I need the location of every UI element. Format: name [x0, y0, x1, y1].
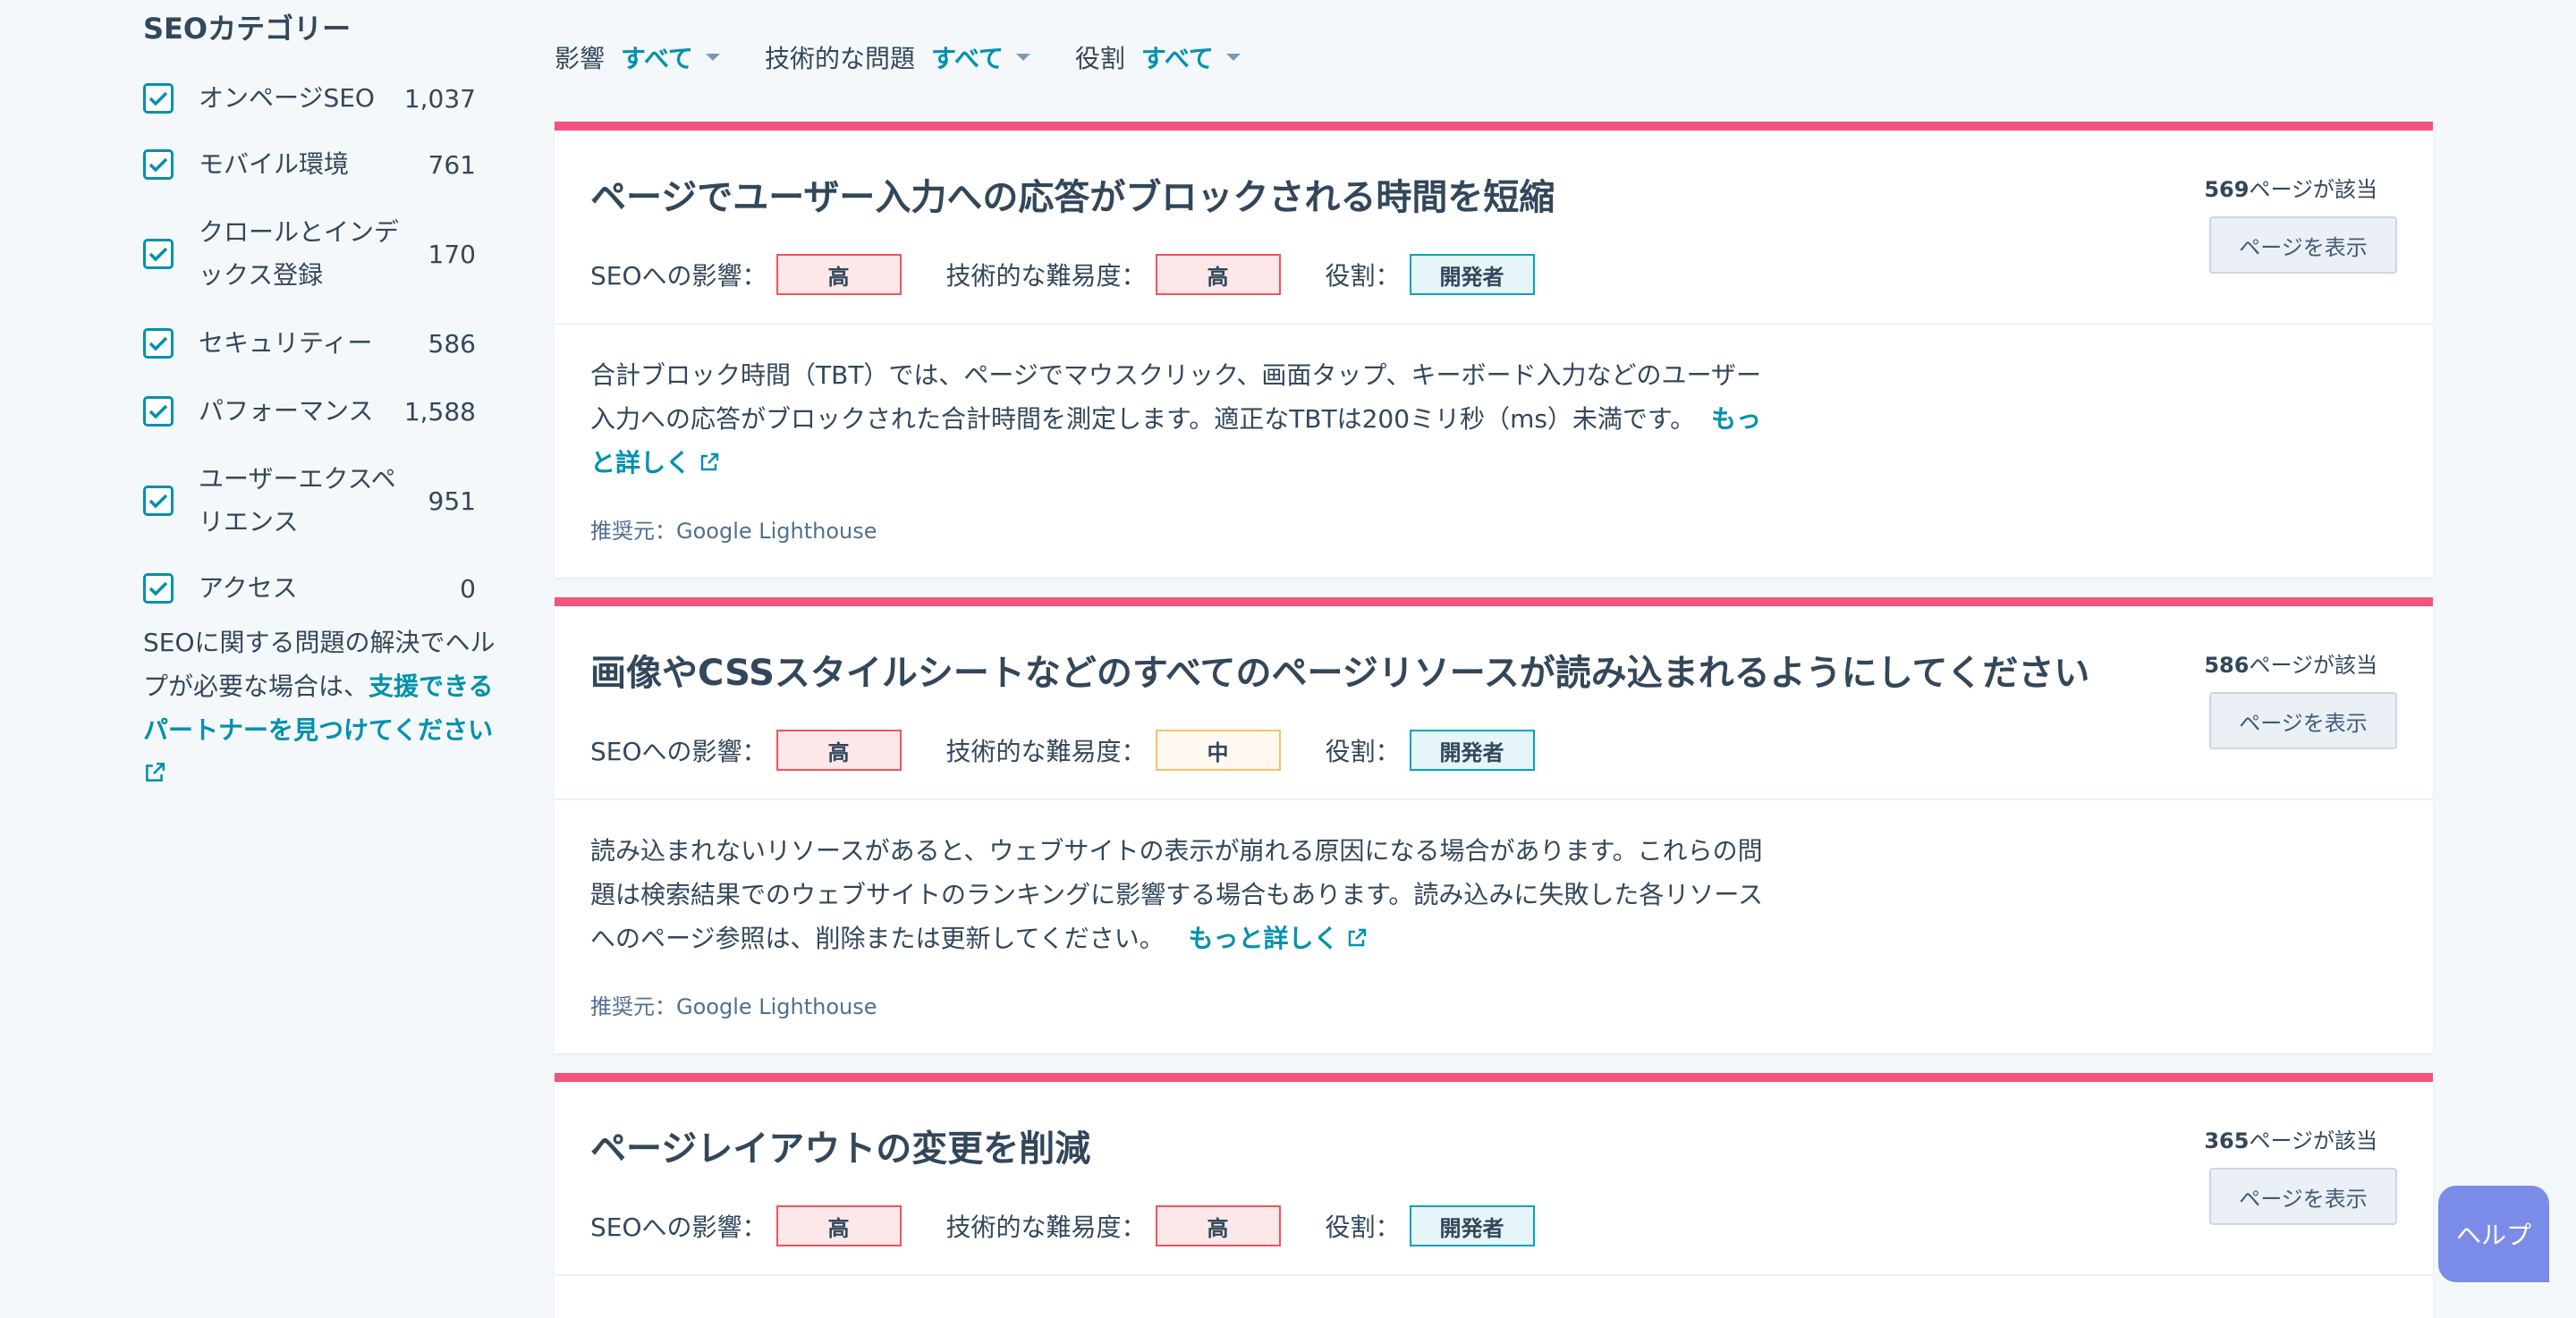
- affected-pages-count: 365: [2204, 1128, 2250, 1153]
- category-label: ユーザーエクスペリエンス: [199, 464, 396, 536]
- affected-pages: 569ページが該当: [2204, 172, 2377, 203]
- issue-meta: SEOへの影響： 高 技術的な難易度： 中 役割： 開発者: [590, 730, 1580, 771]
- category-label: オンページSEO: [199, 83, 375, 113]
- difficulty-badge: 高: [1155, 254, 1281, 295]
- role-label: 役割：: [1325, 737, 1401, 766]
- checkbox-checked-icon[interactable]: [143, 328, 174, 359]
- category-item[interactable]: クロールとインデックス登録 170: [143, 211, 476, 297]
- checkbox-checked-icon[interactable]: [143, 573, 174, 604]
- description-text: 合計ブロック時間（TBT）では、ページでマウスクリック、画面タップ、キーボード入…: [590, 360, 1761, 434]
- view-pages-button[interactable]: ページを表示: [2209, 692, 2397, 749]
- affected-pages-suffix: ページが該当: [2249, 177, 2377, 202]
- checkbox-checked-icon[interactable]: [143, 149, 174, 180]
- category-label: モバイル環境: [199, 149, 350, 179]
- issue-card: 画像やCSSスタイルシートなどのすべてのページリソースが読み込まれるようにしてく…: [555, 597, 2433, 1053]
- role-label: 役割：: [1325, 1212, 1401, 1242]
- difficulty-label: 技術的な難易度：: [945, 1212, 1147, 1242]
- technical-issue-filter[interactable]: 技術的な問題 すべて: [765, 39, 1030, 75]
- category-item[interactable]: オンページSEO 1,037: [143, 77, 476, 120]
- role-badge: 開発者: [1409, 254, 1535, 295]
- category-label: パフォーマンス: [199, 396, 374, 426]
- impact-label: SEOへの影響：: [590, 1212, 767, 1242]
- checkbox-checked-icon[interactable]: [143, 396, 174, 427]
- external-link-icon[interactable]: [143, 754, 166, 798]
- role-badge: 開発者: [1409, 1205, 1535, 1246]
- recommended-by: 推奨元：Google Lighthouse: [590, 993, 877, 1019]
- role-label: 役割：: [1325, 261, 1401, 291]
- checkbox-checked-icon[interactable]: [143, 486, 174, 516]
- filter-value[interactable]: すべて: [621, 39, 693, 75]
- affected-pages-suffix: ページが該当: [2249, 653, 2377, 678]
- issue-title: 画像やCSSスタイルシートなどのすべてのページリソースが読み込まれるようにしてく…: [590, 653, 2090, 694]
- impact-filter[interactable]: 影響 すべて: [555, 39, 720, 75]
- category-label: セキュリティー: [199, 328, 373, 358]
- filter-label: 役割: [1074, 44, 1125, 73]
- chevron-down-icon[interactable]: [705, 54, 720, 61]
- filter-label: 技術的な問題: [764, 44, 915, 73]
- difficulty-badge: 中: [1155, 730, 1281, 771]
- filter-value[interactable]: すべて: [931, 39, 1004, 75]
- category-label: アクセス: [199, 573, 298, 603]
- sidebar-title: SEOカテゴリー: [143, 12, 352, 46]
- recommended-by: 推奨元：Google Lighthouse: [590, 518, 877, 544]
- issue-meta: SEOへの影響： 高 技術的な難易度： 高 役割： 開発者: [590, 1205, 1580, 1246]
- difficulty-label: 技術的な難易度：: [945, 737, 1147, 766]
- issue-card: ページでユーザー入力への応答がブロックされる時間を短縮 SEOへの影響： 高 技…: [555, 122, 2433, 578]
- seo-category-sidebar: SEOカテゴリー オンページSEO 1,037 モバイル環境 761 クロールと…: [143, 0, 501, 782]
- category-count: 0: [460, 573, 476, 604]
- category-count: 170: [428, 239, 476, 269]
- impact-badge: 高: [775, 254, 902, 295]
- chevron-down-icon[interactable]: [1225, 54, 1241, 61]
- category-item[interactable]: アクセス 0: [143, 567, 476, 610]
- affected-pages: 586ページが該当: [2204, 647, 2377, 679]
- category-item[interactable]: モバイル環境 761: [143, 143, 476, 186]
- affected-pages: 365ページが該当: [2204, 1123, 2377, 1154]
- issue-card-header: 画像やCSSスタイルシートなどのすべてのページリソースが読み込まれるようにしてく…: [555, 606, 2433, 800]
- issue-description: 読み込まれないリソースがあると、ウェブサイトの表示が崩れる原因になる場合がありま…: [590, 829, 1780, 962]
- issue-description: 合計ブロック時間（TBT）では、ページでマウスクリック、画面タップ、キーボード入…: [590, 353, 1780, 486]
- filter-value[interactable]: すべて: [1141, 39, 1214, 75]
- issue-card-header: ページレイアウトの変更を削減 SEOへの影響： 高 技術的な難易度： 高 役割：…: [555, 1082, 2433, 1276]
- category-item[interactable]: パフォーマンス 1,588: [143, 390, 476, 433]
- category-count: 1,588: [403, 396, 476, 427]
- filter-bar: 影響 すべて 技術的な問題 すべて 役割 すべて: [555, 39, 1285, 75]
- affected-pages-suffix: ページが該当: [2249, 1128, 2377, 1153]
- issue-card-body: 読み込まれないリソースがあると、ウェブサイトの表示が崩れる原因になる場合がありま…: [555, 800, 2433, 1047]
- issue-title: ページでユーザー入力への応答がブロックされる時間を短縮: [590, 177, 1555, 218]
- role-filter[interactable]: 役割 すべて: [1075, 39, 1241, 75]
- learn-more-link[interactable]: もっと詳しく: [1188, 924, 1338, 953]
- category-count: 951: [428, 486, 476, 516]
- category-count: 586: [428, 328, 476, 359]
- chevron-down-icon[interactable]: [1015, 54, 1030, 61]
- filter-label: 影響: [555, 44, 606, 73]
- impact-badge: 高: [775, 1205, 902, 1246]
- category-item[interactable]: ユーザーエクスペリエンス 951: [143, 458, 476, 544]
- category-count: 761: [428, 149, 476, 180]
- category-label: クロールとインデックス登録: [199, 217, 400, 290]
- affected-pages-count: 586: [2204, 653, 2250, 678]
- description-text: 読み込まれないリソースがあると、ウェブサイトの表示が崩れる原因になる場合がありま…: [590, 836, 1763, 953]
- category-item[interactable]: セキュリティー 586: [143, 322, 476, 365]
- role-badge: 開発者: [1409, 730, 1535, 771]
- difficulty-badge: 高: [1155, 1205, 1281, 1246]
- view-pages-button[interactable]: ページを表示: [2209, 216, 2397, 274]
- partner-help-text: SEOに関する問題の解決でヘルプが必要な場合は、支援できるパートナーを見つけてく…: [143, 621, 501, 798]
- issue-card: ページレイアウトの変更を削減 SEOへの影響： 高 技術的な難易度： 高 役割：…: [555, 1073, 2433, 1318]
- impact-label: SEOへの影響：: [590, 737, 767, 766]
- issue-title: ページレイアウトの変更を削減: [590, 1128, 1091, 1170]
- issue-card-header: ページでユーザー入力への応答がブロックされる時間を短縮 SEOへの影響： 高 技…: [555, 131, 2433, 325]
- checkbox-checked-icon[interactable]: [143, 239, 174, 269]
- checkbox-checked-icon[interactable]: [143, 83, 174, 114]
- impact-label: SEOへの影響：: [590, 261, 767, 291]
- issue-card-body: 合計ブロック時間（TBT）では、ページでマウスクリック、画面タップ、キーボード入…: [555, 325, 2433, 571]
- help-button[interactable]: ヘルプ: [2438, 1186, 2549, 1282]
- impact-badge: 高: [775, 730, 902, 771]
- view-pages-button[interactable]: ページを表示: [2209, 1168, 2397, 1225]
- difficulty-label: 技術的な難易度：: [945, 261, 1147, 291]
- external-link-icon[interactable]: [1346, 918, 1368, 962]
- external-link-icon[interactable]: [699, 443, 720, 486]
- issue-meta: SEOへの影響： 高 技術的な難易度： 高 役割： 開発者: [590, 254, 1580, 295]
- affected-pages-count: 569: [2204, 177, 2250, 202]
- category-count: 1,037: [403, 83, 476, 114]
